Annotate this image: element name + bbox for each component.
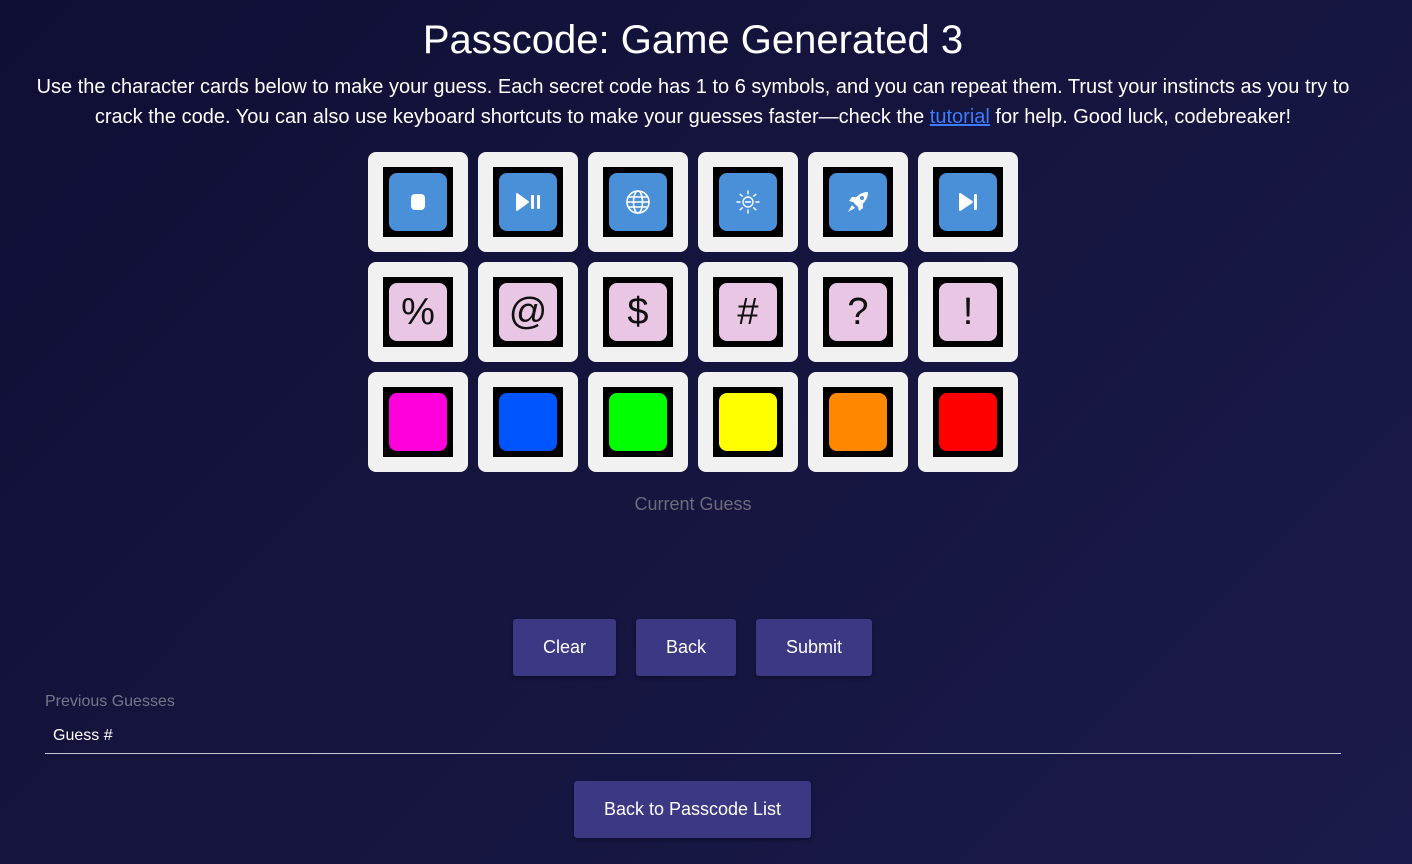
color-swatch — [829, 393, 887, 451]
symbol-tile: @ — [499, 283, 557, 341]
color-swatch — [719, 393, 777, 451]
card-symbol-hash[interactable]: # — [698, 262, 798, 362]
symbol-tile: % — [389, 283, 447, 341]
card-frame: @ — [493, 277, 563, 347]
guess-number-column-header: Guess # — [53, 727, 113, 744]
instructions-text-end: for help. Good luck, codebreaker! — [989, 106, 1292, 128]
tutorial-link[interactable]: tutorial — [930, 106, 990, 128]
card-color-red[interactable] — [918, 372, 1018, 472]
previous-guesses-table-header: Guess # — [45, 722, 1341, 754]
card-frame — [603, 167, 673, 237]
card-color-yellow[interactable] — [698, 372, 798, 472]
symbol-tile: $ — [609, 283, 667, 341]
card-frame — [713, 167, 783, 237]
card-frame: ? — [823, 277, 893, 347]
card-symbol-exclamation[interactable]: ! — [918, 262, 1018, 362]
color-swatch — [609, 393, 667, 451]
card-color-blue[interactable] — [478, 372, 578, 472]
card-frame: ! — [933, 277, 1003, 347]
rocket-icon — [829, 173, 887, 231]
instructions: Use the character cards below to make yo… — [36, 72, 1350, 132]
play-pause-icon — [499, 173, 557, 231]
card-color-magenta[interactable] — [368, 372, 468, 472]
card-frame — [493, 167, 563, 237]
symbol-tile: ? — [829, 283, 887, 341]
current-guess-label: Current Guess — [634, 494, 752, 514]
clear-button[interactable]: Clear — [513, 619, 616, 676]
card-stop[interactable] — [368, 152, 468, 252]
card-frame — [933, 387, 1003, 457]
card-frame — [603, 387, 673, 457]
color-swatch — [499, 393, 557, 451]
character-card-grid: % @ $ # ? ! — [368, 152, 1018, 472]
card-symbol-percent[interactable]: % — [368, 262, 468, 362]
card-sun[interactable] — [698, 152, 798, 252]
page-title: Passcode: Game Generated 3 — [422, 18, 964, 62]
card-symbol-dollar[interactable]: $ — [588, 262, 688, 362]
card-frame — [823, 387, 893, 457]
card-symbol-at[interactable]: @ — [478, 262, 578, 362]
card-frame: $ — [603, 277, 673, 347]
sun-icon — [719, 173, 777, 231]
card-frame — [383, 167, 453, 237]
previous-guesses-label: Previous Guesses — [45, 693, 175, 710]
card-color-green[interactable] — [588, 372, 688, 472]
card-symbol-question[interactable]: ? — [808, 262, 908, 362]
card-frame: # — [713, 277, 783, 347]
card-frame — [713, 387, 783, 457]
back-to-passcode-list-button[interactable]: Back to Passcode List — [574, 781, 811, 838]
stop-icon — [389, 173, 447, 231]
card-play-pause[interactable] — [478, 152, 578, 252]
symbol-tile: ! — [939, 283, 997, 341]
submit-button[interactable]: Submit — [756, 619, 872, 676]
card-frame — [493, 387, 563, 457]
card-frame: % — [383, 277, 453, 347]
card-globe[interactable] — [588, 152, 688, 252]
color-swatch — [939, 393, 997, 451]
symbol-tile: # — [719, 283, 777, 341]
card-color-orange[interactable] — [808, 372, 908, 472]
globe-icon — [609, 173, 667, 231]
color-swatch — [389, 393, 447, 451]
card-frame — [823, 167, 893, 237]
card-frame — [933, 167, 1003, 237]
card-rocket[interactable] — [808, 152, 908, 252]
card-skip-forward[interactable] — [918, 152, 1018, 252]
card-frame — [383, 387, 453, 457]
back-button[interactable]: Back — [636, 619, 736, 676]
skip-forward-icon — [939, 173, 997, 231]
